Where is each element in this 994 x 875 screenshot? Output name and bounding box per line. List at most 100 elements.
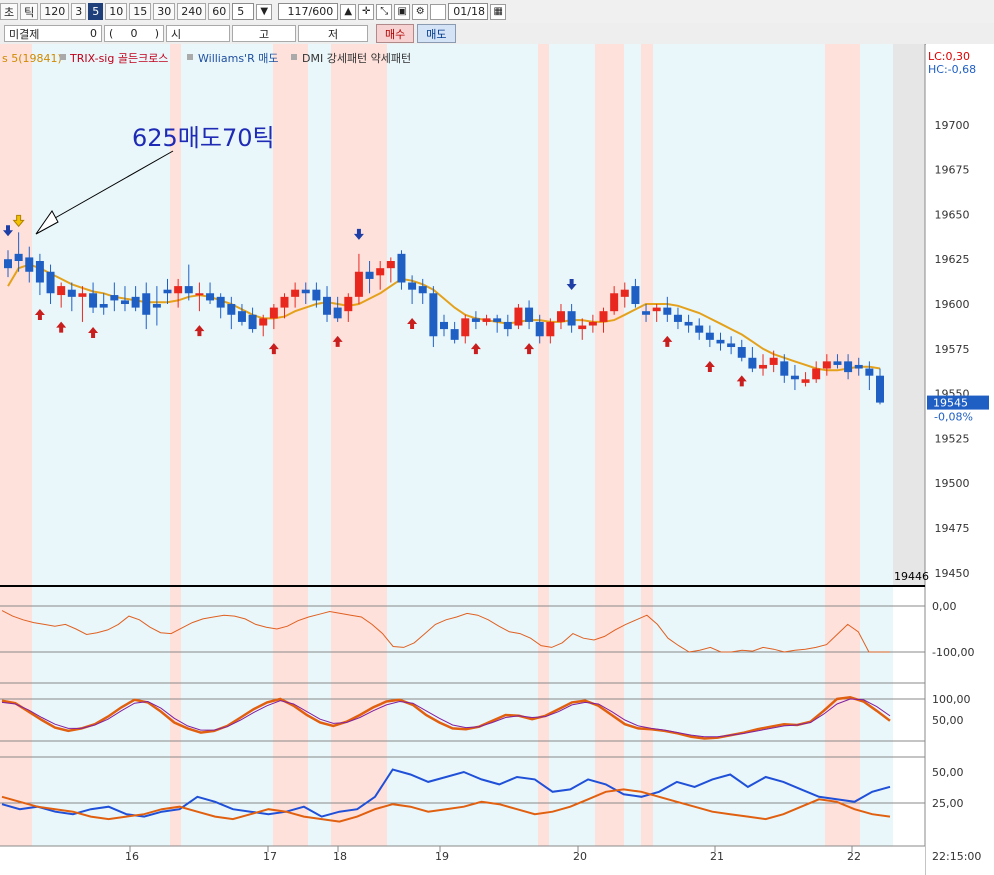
- stepper-icon[interactable]: ▲: [340, 3, 357, 20]
- candle-body-42: [450, 329, 459, 340]
- interval-button-5[interactable]: 5: [88, 3, 104, 20]
- candle-body-23: [248, 314, 257, 330]
- paren-close: ): [154, 27, 159, 40]
- legend-dmi: DMI 강세패턴 약세패턴: [302, 51, 411, 65]
- candle-body-82: [876, 375, 884, 403]
- candle-body-44: [471, 318, 480, 322]
- right-margin-area: [893, 44, 925, 586]
- paren-value: 0: [130, 27, 138, 40]
- paren-open: (: [109, 27, 114, 40]
- candle-body-6: [67, 289, 76, 297]
- buy-button[interactable]: 매수: [376, 24, 415, 43]
- candle-body-65: [695, 325, 704, 333]
- panel1-tick-1: -100,00: [932, 646, 974, 659]
- price-label-7: 19525: [935, 432, 970, 445]
- candle-body-1: [14, 253, 23, 262]
- interval-button-10[interactable]: 10: [105, 3, 128, 20]
- candle-body-49: [525, 307, 534, 322]
- candle-body-76: [812, 368, 821, 380]
- gear-icon[interactable]: ⚙: [412, 3, 429, 20]
- candle-body-59: [631, 286, 640, 305]
- calendar-icon[interactable]: ▦: [490, 3, 507, 20]
- interval-button-240[interactable]: 240: [177, 3, 207, 20]
- candle-body-50: [535, 321, 544, 337]
- date-input[interactable]: 01/18: [448, 3, 489, 20]
- candle-body-25: [269, 307, 278, 319]
- legend-marker-3: [291, 54, 297, 60]
- candle-body-71: [759, 364, 768, 369]
- candle-body-13: [142, 293, 151, 315]
- candle-body-57: [610, 293, 619, 312]
- save-icon[interactable]: ▣: [394, 3, 411, 20]
- panel1-tick-0: 0,00: [932, 600, 957, 613]
- candle-body-36: [386, 261, 395, 269]
- legend-trix: TRIX-sig 골든크로스: [69, 52, 168, 65]
- legend-marker-2: [187, 54, 193, 60]
- dropdown-arrow-icon[interactable]: ▼: [256, 3, 273, 20]
- candle-body-18: [195, 293, 204, 296]
- open-price-field: 시: [166, 25, 230, 42]
- candle-body-9: [99, 304, 108, 308]
- candle-body-48: [514, 307, 523, 326]
- candle-body-7: [78, 293, 87, 297]
- low-price-field: 저: [298, 25, 368, 42]
- candle-body-54: [578, 325, 587, 330]
- zoom-fit-icon[interactable]: ⤡: [376, 3, 393, 20]
- interval-button-3[interactable]: 3: [71, 3, 87, 20]
- panel2-tick-1: 50,00: [932, 714, 964, 727]
- candle-body-32: [344, 296, 353, 312]
- candle-body-52: [556, 311, 565, 322]
- time-label-1: 17: [263, 850, 277, 863]
- bull-band-5: [595, 44, 624, 846]
- candle-body-43: [461, 318, 470, 337]
- candle-body-53: [567, 311, 576, 326]
- candle-body-38: [408, 282, 417, 290]
- crosshair-icon[interactable]: ✛: [358, 3, 375, 20]
- paren-field: ( 0 ): [104, 25, 164, 42]
- bull-band-2: [273, 44, 308, 846]
- time-label-4: 20: [573, 850, 587, 863]
- unsettled-value: 0: [90, 27, 97, 40]
- sell-button[interactable]: 매도: [417, 24, 456, 43]
- candle-body-12: [131, 296, 140, 308]
- candle-body-14: [152, 304, 161, 308]
- candle-body-30: [323, 296, 332, 315]
- hc-label: HC:-0,68: [928, 63, 976, 76]
- candle-body-22: [237, 311, 246, 322]
- candle-body-45: [482, 318, 491, 322]
- price-label-10: 19450: [935, 567, 970, 580]
- time-axis-clock: 22:15:00: [932, 850, 981, 863]
- candle-body-10: [110, 295, 119, 301]
- current-price-label: 19545: [933, 397, 968, 410]
- candle-body-79: [844, 361, 853, 373]
- interval-select[interactable]: 5: [232, 3, 255, 20]
- candle-body-72: [769, 357, 778, 365]
- candle-body-21: [227, 304, 236, 315]
- time-label-5: 21: [710, 850, 724, 863]
- unsettled-label: 미결제: [9, 27, 40, 41]
- candle-body-60: [642, 311, 651, 315]
- interval-button-15[interactable]: 15: [129, 3, 152, 20]
- candle-body-74: [790, 375, 799, 380]
- candle-body-15: [163, 289, 172, 294]
- interval-type-tick-button[interactable]: 틱: [20, 3, 39, 20]
- price-label-2: 19650: [935, 208, 970, 221]
- interval-button-120[interactable]: 120: [40, 3, 70, 20]
- data-count-input[interactable]: 117/600: [278, 3, 339, 20]
- candle-body-63: [673, 314, 682, 322]
- candle-body-17: [184, 286, 193, 294]
- candle-body-78: [833, 361, 842, 365]
- annotation-text: 625매도70틱: [132, 124, 275, 152]
- candle-body-80: [854, 364, 863, 369]
- legend-ma: s 5(19841): [2, 52, 62, 65]
- candle-body-81: [865, 368, 874, 376]
- candle-body-41: [440, 321, 448, 330]
- interval-button-60[interactable]: 60: [208, 3, 231, 20]
- date-checkbox[interactable]: [430, 3, 447, 20]
- bull-band-6: [641, 44, 653, 846]
- price-label-0: 19700: [935, 119, 970, 132]
- interval-button-30[interactable]: 30: [153, 3, 176, 20]
- price-label-5: 19575: [935, 343, 970, 356]
- time-label-3: 19: [435, 850, 449, 863]
- interval-type-cho-button[interactable]: 초: [0, 3, 19, 20]
